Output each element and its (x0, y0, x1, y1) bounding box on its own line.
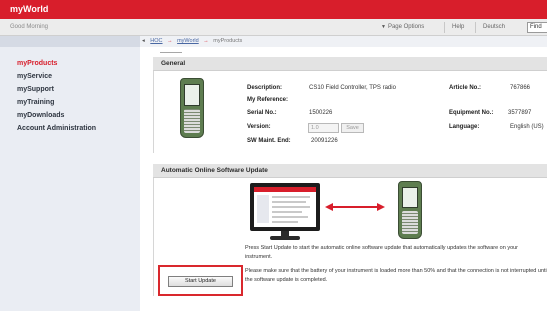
update-instruction-text: Press Start Update to start the automati… (245, 245, 519, 251)
sidebar-item-account-administration[interactable]: Account Administration (17, 122, 96, 135)
serial-label: Serial No.: (247, 110, 277, 116)
page-options-label: Page Options (387, 24, 425, 30)
page-options-menu[interactable]: ▼ Page Options (381, 24, 424, 30)
brand-logo[interactable]: myWorld (10, 4, 48, 14)
language-link[interactable]: Deutsch (483, 24, 505, 30)
triangle-down-icon: ▼ (381, 24, 386, 30)
sw-maint-value: 20091226 (311, 138, 338, 144)
battery-warning-text-cont: the software update is completed. (245, 277, 328, 283)
update-panel-title: Automatic Online Software Update (153, 164, 547, 178)
breadcrumb-myworld[interactable]: myWorld (177, 38, 199, 44)
article-label: Article No.: (449, 85, 482, 91)
sidebar-item-mysupport[interactable]: mySupport (17, 83, 96, 96)
update-instruction-text-cont: instrument. (245, 254, 273, 260)
equipment-label: Equipment No.: (449, 110, 494, 116)
help-link[interactable]: Help (452, 24, 464, 30)
language-label: Language: (449, 124, 480, 130)
greeting-text: Good Morning (10, 24, 48, 30)
reference-label: My Reference: (247, 97, 289, 103)
general-panel-title: General (153, 57, 547, 71)
greeting-label: Good Morning (10, 24, 49, 30)
breadcrumb-arrow-icon: ◂ (142, 38, 145, 44)
breadcrumb-hoc[interactable]: HOC (150, 38, 162, 44)
sidebar-item-myproducts[interactable]: myProducts (17, 57, 96, 70)
description-value: CS10 Field Controller, TPS radio (309, 85, 396, 91)
sidebar: myProducts myService mySupport myTrainin… (0, 36, 140, 311)
double-arrow-icon (325, 203, 385, 211)
serial-value: 1500226 (309, 110, 333, 116)
tab-indicator (160, 52, 182, 53)
sidebar-item-myservice[interactable]: myService (17, 70, 96, 83)
top-bar: myWorld (0, 0, 547, 19)
sidebar-header (0, 36, 140, 47)
divider (444, 22, 445, 33)
breadcrumb: ◂ HOC → myWorld → myProducts (140, 36, 547, 47)
sidebar-nav: myProducts myService mySupport myTrainin… (17, 57, 96, 135)
version-input[interactable]: 1.0 (308, 123, 339, 133)
breadcrumb-current: myProducts (213, 38, 243, 44)
equipment-value: 3577897 (508, 110, 532, 116)
sidebar-item-mydownloads[interactable]: myDownloads (17, 109, 96, 122)
sw-maint-label: SW Maint. End: (247, 138, 291, 144)
breadcrumb-separator-icon: → (167, 38, 173, 44)
version-label: Version: (247, 124, 271, 130)
breadcrumb-separator-icon: → (203, 38, 209, 44)
description-label: Description: (247, 85, 283, 91)
sidebar-item-mytraining[interactable]: myTraining (17, 96, 96, 109)
sub-bar: Good Morning ▼ Page Options Help Deutsch … (0, 19, 547, 36)
divider (475, 22, 476, 33)
find-input[interactable]: Find (527, 22, 547, 33)
field-controller-image (180, 78, 204, 138)
article-value: 767866 (510, 85, 531, 91)
field-controller-image (398, 181, 422, 239)
start-update-button[interactable]: Start Update (168, 276, 233, 287)
computer-monitor-image (250, 183, 320, 241)
save-button[interactable]: Save (341, 123, 364, 133)
battery-warning-text: Please make sure that the battery of you… (245, 268, 547, 274)
language-value: English (US) (510, 124, 544, 130)
